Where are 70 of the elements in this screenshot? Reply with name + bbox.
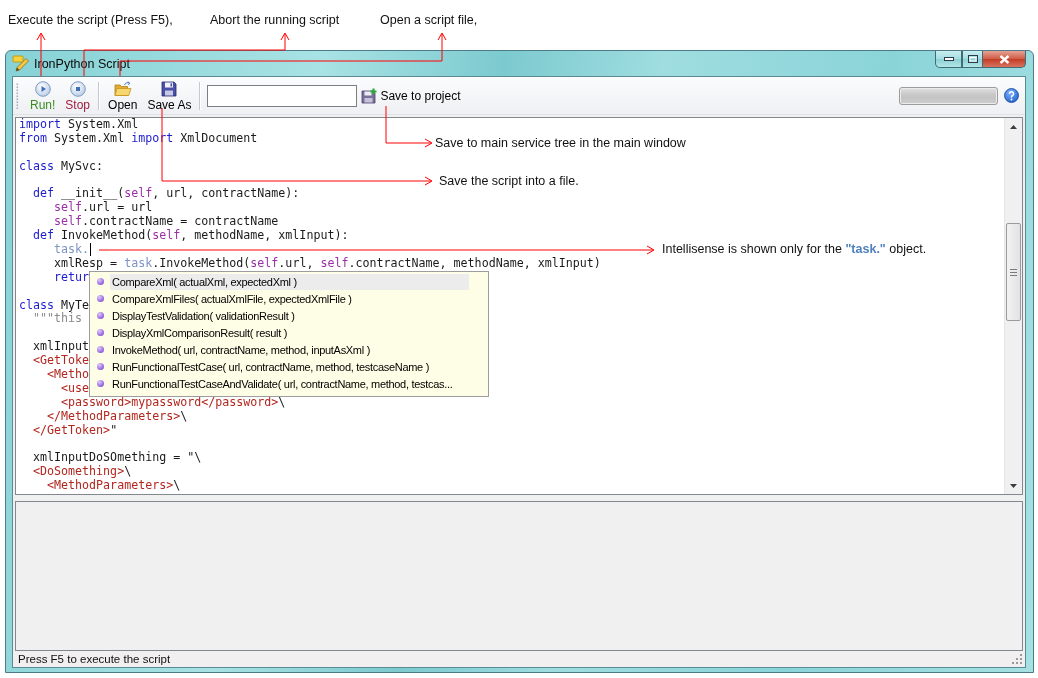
- code-line: <use: [61, 381, 90, 396]
- code-line: <password>mypassword</password>\: [61, 395, 286, 410]
- caret-up-icon[interactable]: [1010, 124, 1017, 129]
- dot-icon: [96, 278, 104, 285]
- dot-icon: [96, 363, 104, 370]
- code-line: <DoSomething>\: [33, 465, 132, 479]
- code-line: self.contractName = contractName: [54, 215, 279, 229]
- script-name-field[interactable]: [207, 84, 358, 107]
- code-line: def __init__(self, url, contractName):: [33, 187, 300, 202]
- code-line: <MethodParameters>\: [47, 479, 181, 494]
- code-line: task.: [54, 243, 90, 257]
- minimize-icon: [943, 57, 954, 61]
- code-line: xmlResp = task.InvokeMethod(self.url, self.contractName, methodName, xmlInput): [54, 256, 601, 271]
- code-line: self.url = url: [54, 201, 153, 215]
- folder-icon: [113, 80, 132, 97]
- scrollbar-thumb[interactable]: [1006, 223, 1021, 321]
- close-button[interactable]: [983, 51, 1026, 68]
- scrollbar[interactable]: [1004, 118, 1022, 494]
- code-line: def InvokeMethod(self, methodName, xmlInput):: [33, 229, 349, 243]
- stop-icon: [69, 80, 86, 97]
- close-icon: [998, 54, 1010, 64]
- dot-icon: [96, 295, 104, 302]
- code-line: class MyTe: [19, 298, 90, 312]
- toolbar-button[interactable]: [899, 86, 998, 105]
- code-line: </MethodParameters>\: [47, 409, 188, 424]
- annotation-label: Abort the running script: [210, 13, 340, 28]
- dot-icon: [96, 380, 104, 387]
- completion-item[interactable]: RunFunctionalTestCaseAndValidate( url, contractName, method, testcas...: [110, 375, 469, 392]
- window-title: IronPython Script: [34, 56, 130, 71]
- annotation-label: Execute the script (Press F5),: [8, 13, 173, 28]
- code-editor[interactable]: [15, 117, 1023, 495]
- completion-item[interactable]: DisplayXmlComparisonResult( result ): [110, 324, 469, 341]
- completion-item[interactable]: CompareXml( actualXml, expectedXml ): [110, 273, 469, 290]
- annotation-label: Save to main service tree in the main window: [435, 136, 686, 151]
- status-text: Press F5 to execute the script: [18, 653, 171, 665]
- save-to-project-button[interactable]: Save to project: [361, 87, 461, 104]
- open-button[interactable]: Open: [106, 78, 140, 113]
- run-button[interactable]: Run!: [28, 78, 58, 113]
- annotation-label: Intellisense is shown only for the "task." object.: [662, 242, 927, 257]
- code-line: class MySvc:: [19, 159, 104, 174]
- code-line: </GetToken>": [33, 423, 118, 438]
- help-icon[interactable]: [1004, 88, 1019, 103]
- grip-icon: [16, 82, 19, 109]
- code-line: import System.Xml: [19, 118, 139, 132]
- code-line: retur: [54, 270, 90, 285]
- dot-icon: [96, 329, 104, 336]
- completion-item[interactable]: CompareXmlFiles( actualXmlFile, expectedXmlFile ): [110, 290, 469, 307]
- grip-icon: [1010, 268, 1017, 276]
- caret-down-icon[interactable]: [1010, 483, 1017, 488]
- save-as-button[interactable]: Save As: [145, 78, 194, 113]
- code-line: xmlInput: [33, 340, 90, 354]
- play-icon: [34, 80, 51, 97]
- code-line: """this: [33, 312, 83, 327]
- dot-icon: [96, 312, 104, 319]
- completion-item[interactable]: RunFunctionalTestCase( url, contractName, method, testcaseName ): [110, 358, 469, 375]
- stop-button[interactable]: Stop: [63, 78, 93, 113]
- completion-item[interactable]: DisplayTestValidation( validationResult ): [110, 307, 469, 324]
- floppy-disk-plus-icon: [361, 87, 378, 104]
- code-line: <Metho: [47, 368, 90, 382]
- code-line: <GetToke: [33, 354, 90, 368]
- maximize-button[interactable]: [962, 51, 983, 68]
- resize-grip-icon[interactable]: [1012, 654, 1022, 664]
- minimize-button[interactable]: [935, 51, 962, 68]
- maximize-icon: [967, 55, 978, 63]
- code-line: xmlInputDoSOmething = "\: [33, 451, 202, 465]
- annotation-label: Open a script file,: [380, 13, 478, 28]
- annotation-label: Save the script into a file.: [439, 174, 579, 189]
- completion-item[interactable]: InvokeMethod( url, contractName, method, inputAsXml ): [110, 341, 469, 358]
- pencil-icon: [12, 54, 30, 73]
- dot-icon: [96, 346, 104, 353]
